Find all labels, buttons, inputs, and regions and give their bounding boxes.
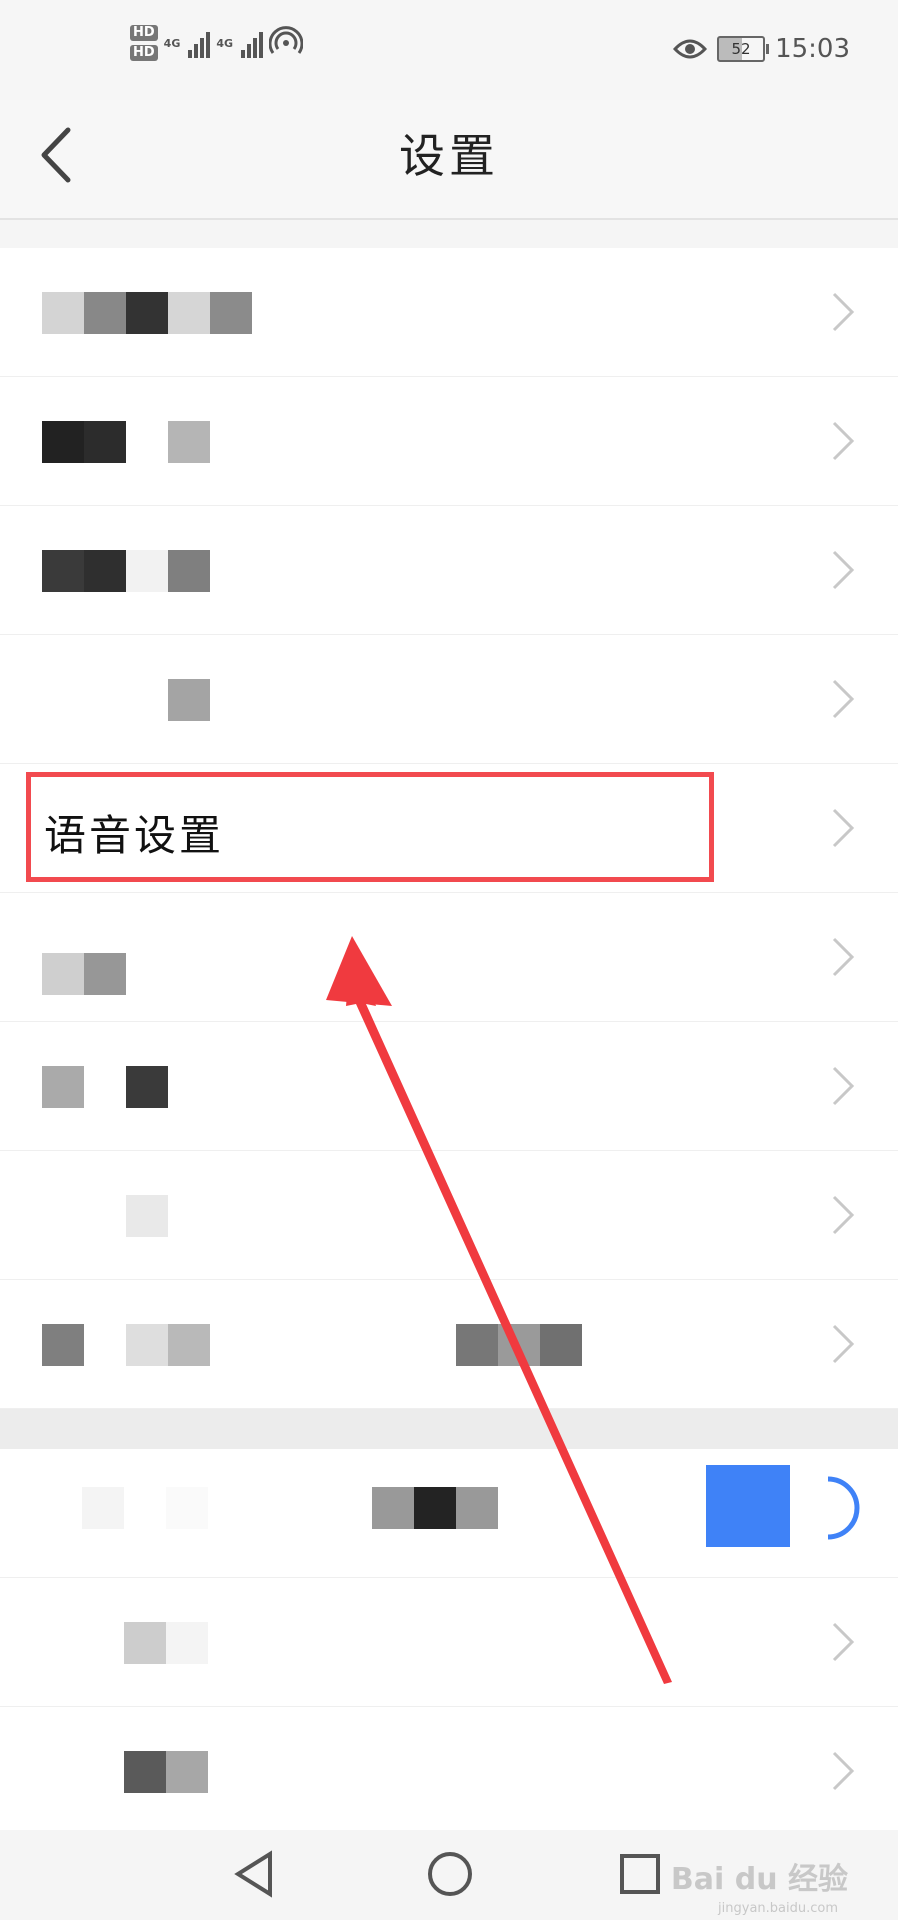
battery-icon: 52 — [717, 36, 770, 62]
settings-row-11[interactable] — [0, 1578, 898, 1707]
blurred-label — [124, 1751, 208, 1793]
chevron-right-icon — [832, 1324, 855, 1364]
sim1-hd-badge: HD — [130, 25, 158, 41]
eye-icon — [673, 39, 708, 59]
home-circle-icon[interactable] — [420, 1844, 480, 1904]
blurred-label — [42, 1324, 210, 1366]
settings-list: 语音设置 — [0, 248, 898, 1836]
settings-row-10[interactable] — [0, 1449, 898, 1578]
status-bar: HD HD 4G 4G 52 15:03 — [0, 0, 898, 100]
chevron-right-icon — [832, 937, 855, 977]
settings-row-6[interactable] — [0, 893, 898, 1022]
blurred-label — [42, 421, 210, 463]
blurred-label — [124, 1622, 208, 1664]
wifi-hotspot-icon — [269, 26, 304, 54]
chevron-right-icon — [832, 1195, 855, 1235]
chevron-right-icon — [832, 550, 855, 590]
blurred-label — [42, 1195, 168, 1237]
watermark: Bai du 经验 — [670, 1862, 848, 1897]
signal-icon-2 — [241, 28, 264, 58]
blurred-label — [42, 550, 210, 592]
chevron-right-icon — [832, 1066, 855, 1106]
page-title: 设置 — [399, 129, 499, 183]
blurred-value — [372, 1487, 498, 1529]
chevron-right-icon — [832, 292, 855, 332]
blurred-label — [42, 679, 210, 721]
blurred-label — [82, 1487, 208, 1529]
network-type-1: 4G — [163, 36, 181, 50]
settings-row-3[interactable] — [0, 506, 898, 635]
chevron-right-icon — [832, 679, 855, 719]
watermark-sub: jingyan.baidu.com — [718, 1901, 838, 1916]
sim-indicators: HD HD — [130, 25, 158, 61]
section-divider — [0, 1409, 898, 1449]
chevron-right-icon — [832, 1751, 855, 1791]
settings-row-1[interactable] — [0, 248, 898, 377]
signal-icon — [188, 28, 211, 58]
settings-row-2[interactable] — [0, 377, 898, 506]
settings-row-9[interactable] — [0, 1280, 898, 1409]
blurred-label — [42, 292, 252, 334]
blurred-label — [42, 953, 126, 995]
blurred-value — [456, 1324, 582, 1366]
settings-row-7[interactable] — [0, 1022, 898, 1151]
settings-row-voice[interactable]: 语音设置 — [0, 764, 898, 893]
system-nav-bar: Bai du 经验 jingyan.baidu.com — [0, 1830, 898, 1920]
status-left: HD HD 4G 4G — [130, 25, 304, 61]
chevron-right-icon — [832, 421, 855, 461]
sim2-hd-badge: HD — [130, 45, 158, 61]
toggle-ring-icon[interactable] — [820, 1473, 860, 1543]
blue-thumbnail — [706, 1465, 790, 1547]
back-triangle-icon[interactable] — [226, 1844, 286, 1904]
recents-square-icon[interactable] — [610, 1844, 670, 1904]
app-header: 设置 — [0, 100, 898, 220]
blurred-label — [42, 1066, 168, 1108]
clock: 15:03 — [775, 34, 850, 64]
settings-row-label: 语音设置 — [44, 811, 225, 860]
settings-row-8[interactable] — [0, 1151, 898, 1280]
settings-row-4[interactable] — [0, 635, 898, 764]
chevron-right-icon — [832, 808, 855, 848]
chevron-right-icon — [832, 1622, 855, 1662]
status-right: 52 15:03 — [673, 34, 850, 64]
network-type-2: 4G — [216, 36, 234, 50]
settings-row-12[interactable] — [0, 1707, 898, 1836]
